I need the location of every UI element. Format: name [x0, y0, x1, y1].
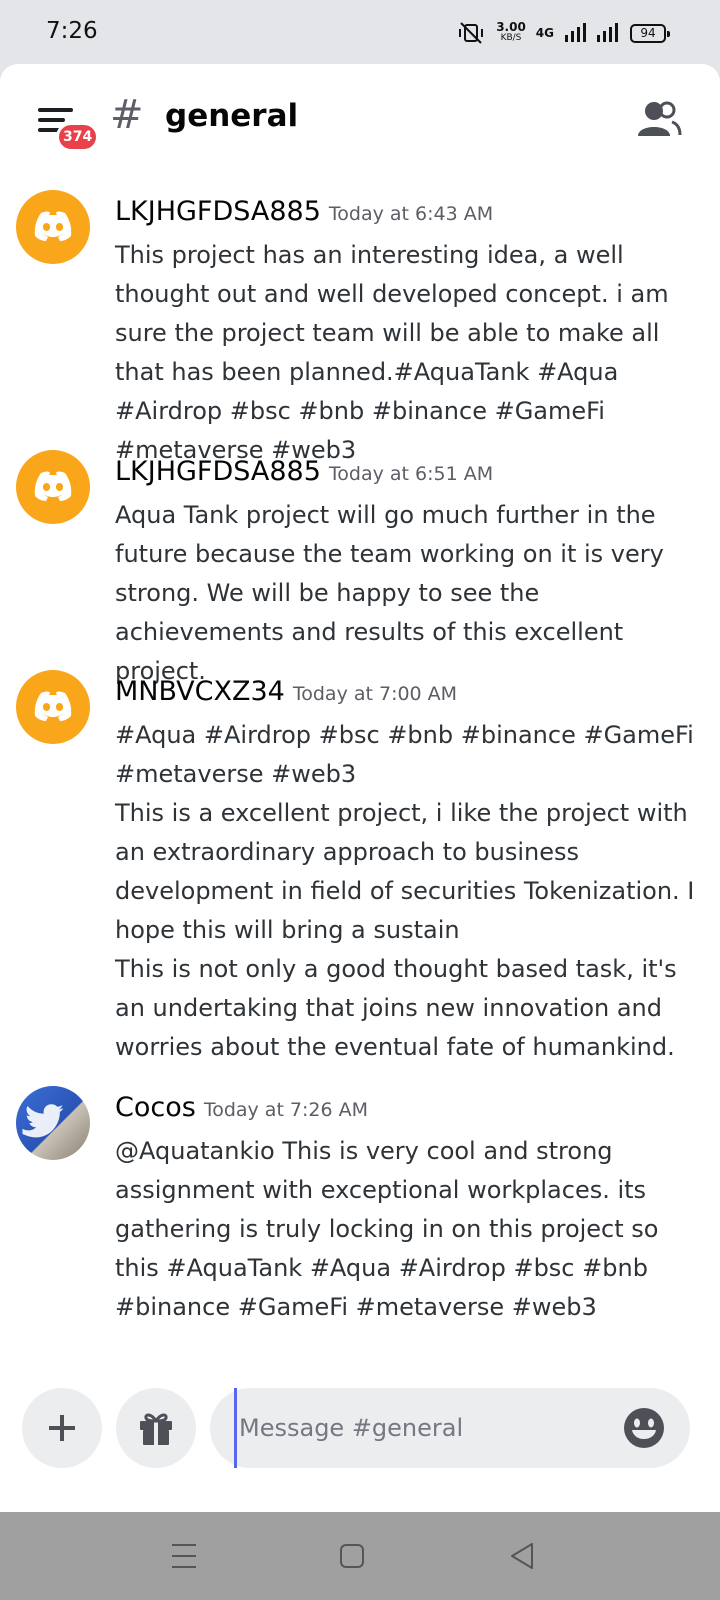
- message-content: @Aquatankio This is very cool and strong…: [115, 1137, 667, 1321]
- discord-logo-icon[interactable]: [16, 450, 90, 524]
- discord-logo-icon[interactable]: [16, 670, 90, 744]
- network-type: 4G: [535, 26, 554, 40]
- back-triangle-icon: [511, 1543, 533, 1569]
- navigation-bar: [0, 1512, 720, 1600]
- home-button[interactable]: [332, 1536, 372, 1576]
- username-text[interactable]: Cocos: [115, 1092, 196, 1123]
- signal-icon: [565, 23, 586, 42]
- members-icon: [638, 101, 682, 136]
- photo-avatar[interactable]: [16, 1086, 90, 1160]
- username-text[interactable]: LKJHGFDSA885: [115, 456, 321, 487]
- channel-hash-icon: #: [110, 92, 144, 138]
- message-timestamp: Today at 7:26 AM: [203, 1099, 369, 1121]
- message-timestamp: Today at 7:00 AM: [292, 683, 458, 705]
- message-composer: [0, 1382, 720, 1478]
- discord-logo-glyph: [34, 691, 72, 721]
- message-input-container: [210, 1388, 690, 1468]
- network-speed-unit: KB/S: [500, 33, 522, 43]
- message-item[interactable]: LKJHGFDSA885 Today at 6:51 AM Aqua Tank p…: [0, 434, 720, 685]
- gift-icon: [140, 1413, 172, 1445]
- discord-logo-icon[interactable]: [16, 190, 90, 264]
- message-username[interactable]: MNBVCXZ34 Today at 7:00 AM: [115, 676, 457, 707]
- discord-logo-glyph: [34, 471, 72, 501]
- status-icons: 3.00 KB/S 4G 94: [456, 18, 670, 48]
- channel-title: general: [165, 98, 299, 134]
- twitter-bird-icon: [22, 1104, 64, 1138]
- message-item[interactable]: LKJHGFDSA885 Today at 6:43 AM This projec…: [0, 174, 720, 464]
- gift-button[interactable]: [116, 1388, 196, 1468]
- smiley-icon: [624, 1408, 664, 1448]
- message-item[interactable]: MNBVCXZ34 Today at 7:00 AM #Aqua #Airdrop…: [0, 654, 720, 1070]
- network-speed-value: 3.00: [496, 20, 526, 34]
- message-content: #Aqua #Airdrop #bsc #bnb #binance #GameF…: [115, 721, 695, 1061]
- channel-header: 374 # general: [0, 64, 720, 174]
- username-text[interactable]: LKJHGFDSA885: [115, 196, 321, 227]
- unread-badge: 374: [56, 122, 100, 152]
- network-speed: 3.00 KB/S: [496, 20, 526, 44]
- status-time: 7:26: [46, 18, 98, 44]
- message-timestamp: Today at 6:43 AM: [328, 203, 494, 225]
- plus-icon: [49, 1415, 75, 1441]
- message-username[interactable]: LKJHGFDSA885 Today at 6:43 AM: [115, 196, 493, 227]
- emoji-button[interactable]: [622, 1406, 666, 1450]
- signal-icon-2: [597, 23, 618, 42]
- message-username[interactable]: LKJHGFDSA885 Today at 6:51 AM: [115, 456, 493, 487]
- back-button[interactable]: [502, 1536, 542, 1576]
- message-item[interactable]: Cocos Today at 7:26 AM @Aquatankio This i…: [0, 1070, 720, 1330]
- members-button[interactable]: [634, 98, 682, 142]
- battery-icon: 94: [630, 23, 670, 43]
- add-attachment-button[interactable]: [22, 1388, 102, 1468]
- message-username[interactable]: Cocos Today at 7:26 AM: [115, 1092, 368, 1123]
- message-timestamp: Today at 6:51 AM: [328, 463, 494, 485]
- home-square-icon: [340, 1544, 364, 1568]
- discord-logo-glyph: [34, 211, 72, 241]
- recent-apps-button[interactable]: [164, 1536, 204, 1576]
- discord-app: 374 # general LKJHGFDSA885Today at 6:43: [0, 64, 720, 1512]
- menu-icon: [172, 1544, 196, 1568]
- username-text[interactable]: MNBVCXZ34: [115, 676, 285, 707]
- vibrate-mute-icon: [459, 22, 484, 44]
- message-input[interactable]: [234, 1388, 614, 1468]
- status-bar: 7:26 3.00 KB/S 4G 94: [0, 0, 720, 64]
- menu-icon-line: [38, 118, 65, 122]
- menu-icon-line: [38, 108, 73, 112]
